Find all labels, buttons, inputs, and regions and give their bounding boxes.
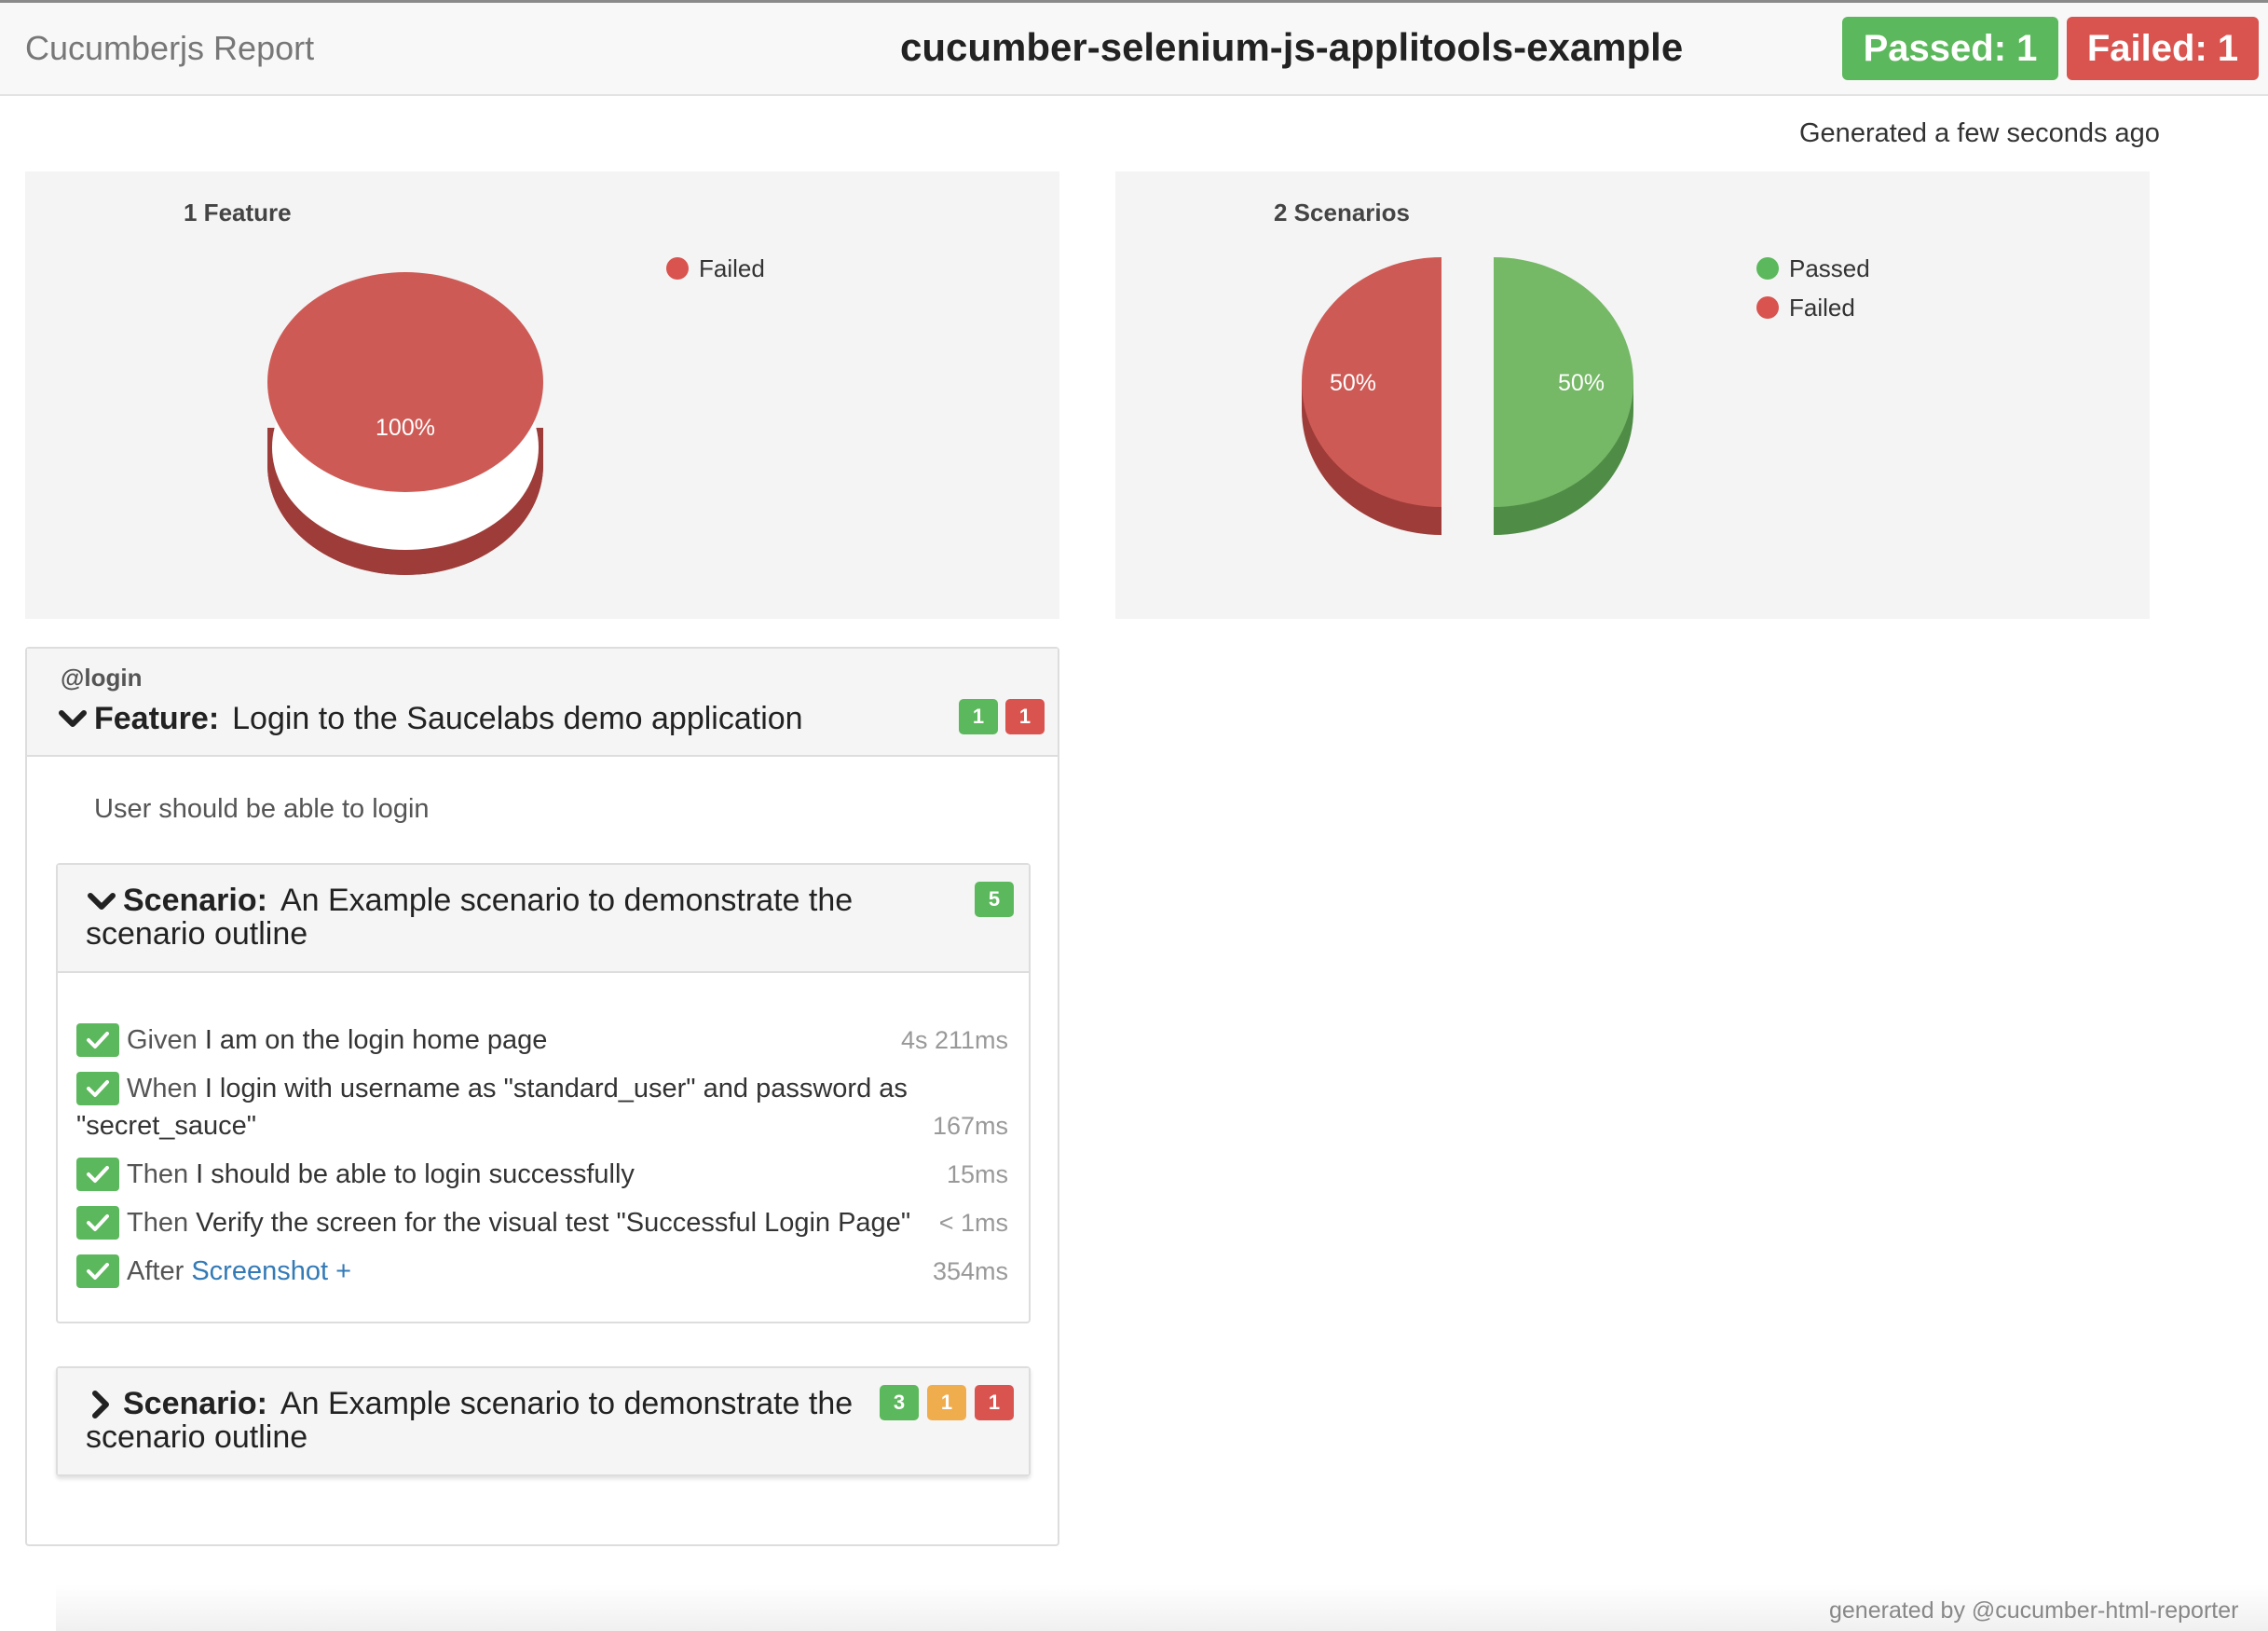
legend-failed-marker	[1756, 296, 1779, 319]
legend-failed-label: Failed	[1789, 294, 1855, 322]
step-keyword: Then	[127, 1208, 189, 1238]
step-description: Verify the screen for the visual test "S…	[188, 1208, 911, 1238]
check-icon	[76, 1023, 119, 1057]
feature-passed-count-badge: 1	[959, 699, 998, 734]
check-icon	[76, 1158, 119, 1191]
feature-heading[interactable]: @login Feature: Login to the Saucelabs de…	[27, 649, 1058, 757]
failed-summary-badge: Failed: 1	[2067, 17, 2259, 80]
project-title: cucumber-selenium-js-applitools-example	[900, 25, 1684, 69]
step-duration: 4s 211ms	[900, 1026, 1008, 1054]
feature-failed-count-badge: 1	[1005, 699, 1045, 734]
feature-name: Login to the Saucelabs demo application	[232, 701, 803, 736]
step-description: I should be able to login successfully	[188, 1159, 635, 1189]
scenario-passed-count-badge: 3	[880, 1385, 919, 1420]
footer-credit: generated by @cucumber-html-reporter	[1829, 1597, 2239, 1624]
pie-label-passed: 50%	[1558, 370, 1605, 396]
feature-keyword: Feature:	[94, 701, 220, 736]
step-keyword: Given	[127, 1025, 198, 1055]
step-duration: < 1ms	[938, 1209, 1008, 1237]
features-pie-chart: 1 Feature 100% Failed	[184, 199, 765, 575]
feature-tag: @login	[61, 664, 143, 692]
scenario-panel: Scenario: An Example scenario to demonstr…	[56, 863, 1031, 1323]
scenario-title: Scenario: An Example scenario to demonstr…	[86, 1387, 887, 1454]
scenario-keyword: Scenario:	[123, 883, 267, 918]
screenshot-link[interactable]: Screenshot +	[191, 1256, 351, 1286]
pie-label-failed: 50%	[1330, 370, 1376, 396]
feature-panel: @login Feature: Login to the Saucelabs de…	[25, 647, 1059, 1546]
step-duration: 167ms	[932, 1112, 1008, 1140]
feature-description: User should be able to login	[94, 794, 430, 824]
brand-title[interactable]: Cucumberjs Report	[25, 29, 314, 68]
feature-title: Feature: Login to the Saucelabs demo appl…	[94, 701, 803, 737]
step-duration: 15ms	[946, 1160, 1008, 1188]
chevron-down-icon[interactable]	[59, 710, 87, 729]
step-description: I am on the login home page	[197, 1025, 548, 1055]
scenario-heading[interactable]: Scenario: An Example scenario to demonstr…	[58, 865, 1029, 973]
pie-label-failed: 100%	[376, 415, 435, 441]
generated-timestamp: Generated a few seconds ago	[1799, 118, 2160, 148]
step-keyword: When	[127, 1074, 198, 1103]
features-chart-panel: 1 Feature 100% Failed	[25, 171, 1059, 619]
scenarios-pie-chart: 2 Scenarios 50% 50% Passed Failed	[1274, 199, 1870, 535]
scenario-failed-count-badge: 1	[975, 1385, 1014, 1420]
scenario-keyword: Scenario:	[123, 1386, 267, 1421]
step-text: When I login with username as "standard_…	[76, 1070, 915, 1144]
step-text: After Screenshot +	[127, 1253, 928, 1290]
scenarios-chart-panel: 2 Scenarios 50% 50% Passed Failed	[1115, 171, 2150, 619]
legend-failed-marker	[666, 257, 689, 280]
scenario-skipped-count-badge: 1	[927, 1385, 966, 1420]
legend-failed-label: Failed	[699, 254, 765, 282]
step-duration: 354ms	[932, 1257, 1008, 1285]
step-row: When I login with username as "standard_…	[76, 1070, 1008, 1144]
scenarios-chart-title: 2 Scenarios	[1274, 199, 1410, 226]
scenario-panel: Scenario: An Example scenario to demonstr…	[56, 1366, 1031, 1476]
pie-slice-failed[interactable]	[267, 272, 543, 492]
step-description: I login with username as "standard_user"…	[76, 1074, 908, 1141]
step-text: Given I am on the login home page	[127, 1021, 928, 1059]
scenario-title: Scenario: An Example scenario to demonstr…	[86, 884, 887, 951]
features-chart-title: 1 Feature	[184, 199, 292, 226]
step-text: Then Verify the screen for the visual te…	[127, 1204, 928, 1241]
check-icon	[76, 1254, 119, 1288]
legend-passed-label: Passed	[1789, 254, 1870, 282]
passed-summary-badge: Passed: 1	[1842, 17, 2058, 80]
scenario-passed-count-badge: 5	[975, 882, 1014, 917]
navbar: Cucumberjs Report cucumber-selenium-js-a…	[0, 3, 2268, 96]
scenario-heading[interactable]: Scenario: An Example scenario to demonstr…	[58, 1368, 1029, 1474]
step-keyword: After	[127, 1256, 184, 1286]
legend-passed-marker	[1756, 257, 1779, 280]
step-keyword: Then	[127, 1159, 189, 1189]
check-icon	[76, 1206, 119, 1240]
step-text: Then I should be able to login successfu…	[127, 1156, 928, 1193]
